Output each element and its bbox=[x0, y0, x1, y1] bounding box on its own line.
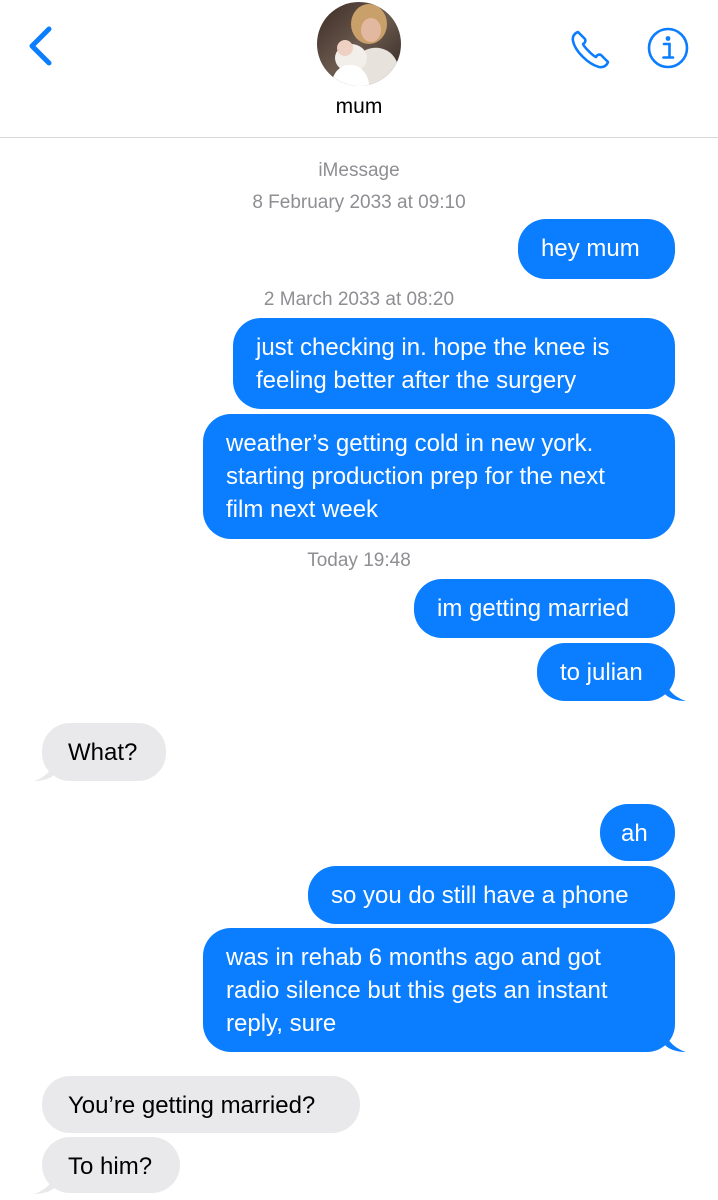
message-bubble-outgoing[interactable]: just checking in. hope the knee is feeli… bbox=[233, 318, 675, 409]
message-bubble-incoming[interactable]: You’re getting married? bbox=[42, 1076, 360, 1133]
bubble-tail bbox=[664, 677, 686, 701]
bubble-tail bbox=[34, 1170, 56, 1194]
message-bubble-incoming[interactable]: What? bbox=[42, 723, 166, 781]
message-bubble-outgoing[interactable]: so you do still have a phone bbox=[308, 866, 675, 924]
bubble-tail bbox=[664, 1028, 686, 1052]
message-text: to julian bbox=[560, 659, 643, 686]
timestamp: Today 19:48 bbox=[307, 550, 411, 571]
message-text: im getting married bbox=[437, 595, 630, 622]
back-button[interactable] bbox=[22, 24, 58, 68]
message-bubble-outgoing[interactable]: hey mum bbox=[518, 219, 675, 279]
message-text: You’re getting married? bbox=[68, 1092, 316, 1119]
message-text-line: weather’s getting cold in new york. bbox=[226, 430, 594, 457]
bubble-tail bbox=[34, 757, 56, 781]
message-text-line: feeling better after the surgery bbox=[256, 367, 577, 394]
message-text: so you do still have a phone bbox=[331, 882, 629, 909]
message-bubble-incoming[interactable]: To him? bbox=[42, 1137, 180, 1193]
message-text-line: starting production prep for the next bbox=[226, 463, 605, 490]
service-label: iMessage bbox=[318, 160, 400, 181]
message-bubble-outgoing[interactable]: was in rehab 6 months ago and got radio … bbox=[203, 928, 675, 1052]
info-icon bbox=[647, 27, 689, 69]
message-bubble-outgoing[interactable]: to julian bbox=[537, 643, 675, 701]
message-text-line: reply, sure bbox=[226, 1010, 337, 1037]
message-text-line: radio silence but this gets an instant bbox=[226, 977, 608, 1004]
timestamp: 8 February 2033 at 09:10 bbox=[252, 192, 466, 213]
message-text-line: just checking in. hope the knee is bbox=[256, 334, 610, 361]
message-bubble-outgoing[interactable]: weather’s getting cold in new york. star… bbox=[203, 414, 675, 539]
contact-name[interactable]: mum bbox=[0, 95, 718, 119]
avatar-photo bbox=[317, 2, 401, 86]
conversation-header: mum bbox=[0, 0, 718, 138]
message-text-line: film next week bbox=[226, 496, 379, 523]
message-bubble-outgoing[interactable]: im getting married bbox=[414, 579, 675, 638]
phone-icon bbox=[571, 30, 610, 69]
message-bubble-outgoing[interactable]: ah bbox=[600, 804, 675, 861]
call-button[interactable] bbox=[568, 26, 614, 72]
message-text: What? bbox=[68, 739, 138, 766]
message-text: To him? bbox=[68, 1153, 153, 1180]
message-text: ah bbox=[621, 820, 648, 847]
chevron-left-icon bbox=[29, 26, 52, 66]
message-text-line: was in rehab 6 months ago and got bbox=[226, 944, 601, 971]
timestamp: 2 March 2033 at 08:20 bbox=[263, 289, 455, 310]
message-text: hey mum bbox=[541, 235, 640, 262]
contact-avatar[interactable] bbox=[317, 2, 401, 86]
info-button[interactable] bbox=[646, 26, 690, 70]
